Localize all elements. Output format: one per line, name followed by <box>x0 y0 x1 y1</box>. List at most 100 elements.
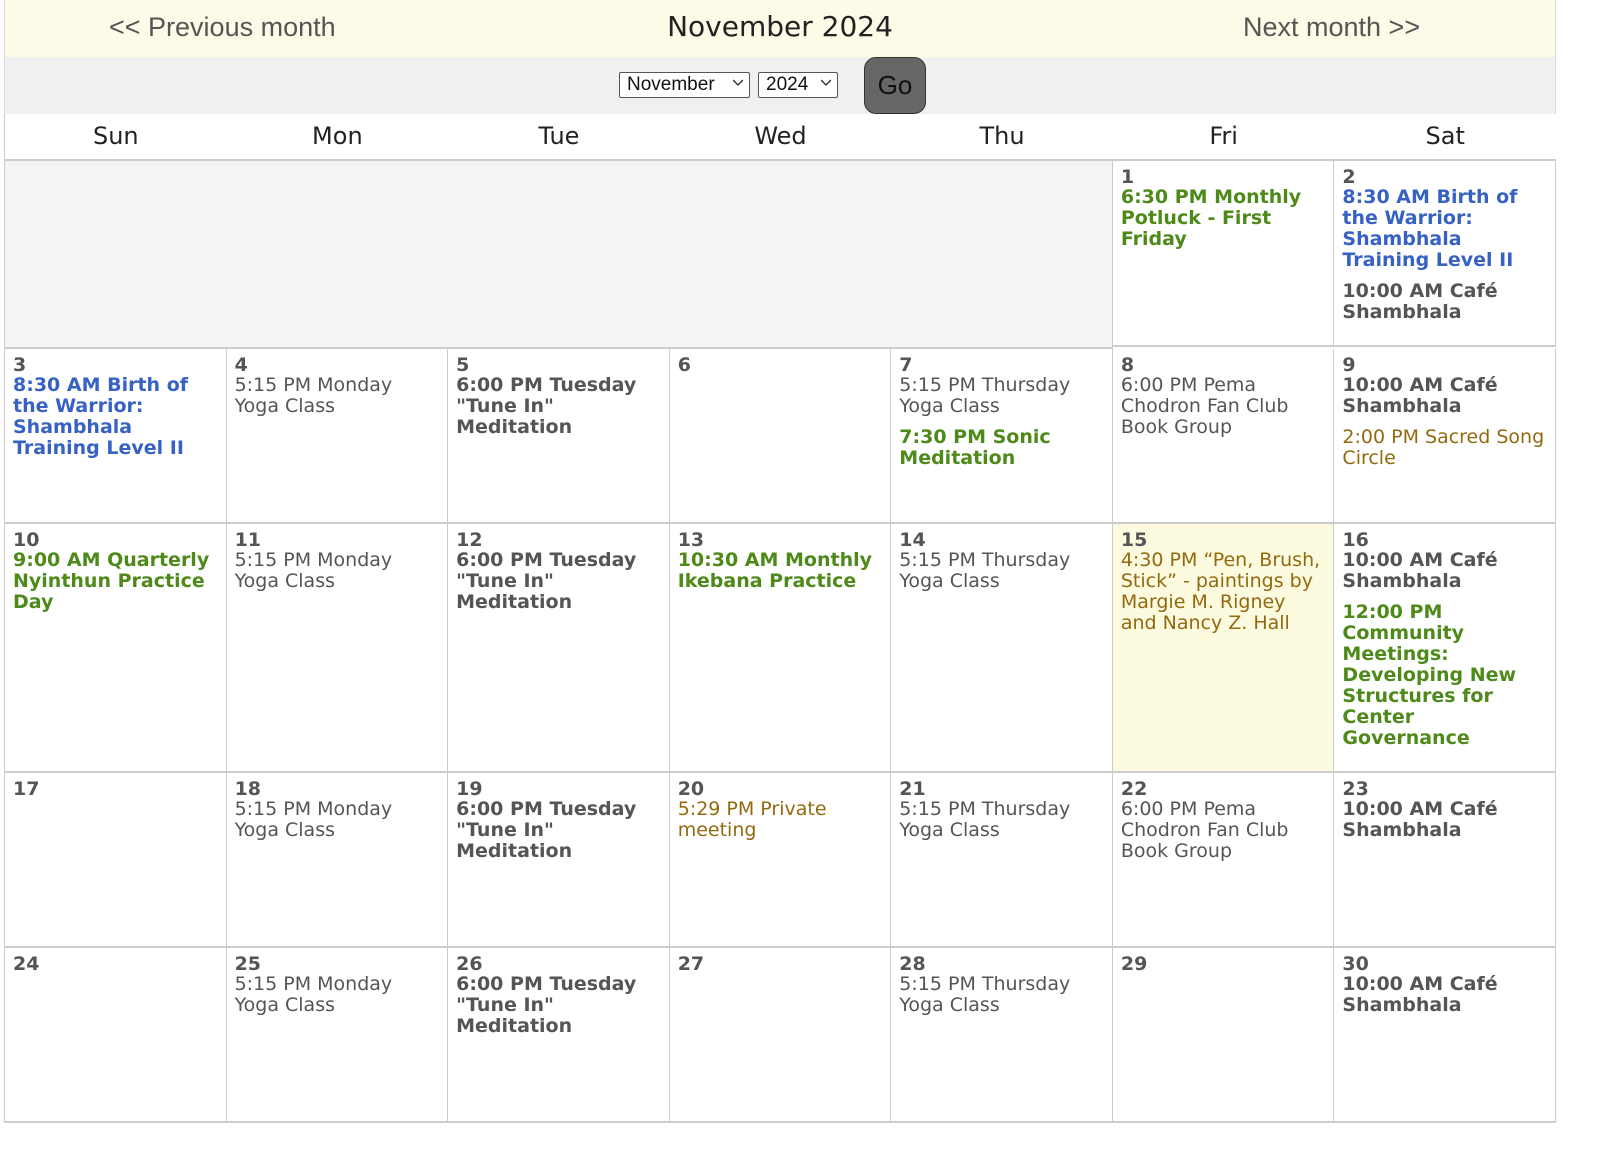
day-number: 20 <box>677 778 705 800</box>
event-link[interactable]: 5:15 PM Thursday Yoga Class <box>899 550 1104 592</box>
event-link[interactable]: 5:15 PM Thursday Yoga Class <box>899 799 1104 841</box>
day-cell: 13 10:30 AM Monthly Ikebana Practice <box>669 524 892 773</box>
year-select-value: 2024 <box>766 74 809 95</box>
event-link[interactable]: 12:00 PM Community Meetings: Developing … <box>1342 602 1547 749</box>
event-link[interactable]: 7:30 PM Sonic Meditation <box>899 427 1104 469</box>
day-number: 16 <box>1342 529 1369 551</box>
day-number: 14 <box>899 529 926 551</box>
next-month-link[interactable]: Next month >> <box>1243 12 1420 43</box>
day-cell: 25 5:15 PM Monday Yoga Class <box>226 948 449 1123</box>
event-link[interactable]: 10:30 AM Monthly Ikebana Practice <box>678 550 883 592</box>
day-cell: 3 8:30 AM Birth of the Warrior: Shambhala… <box>5 349 227 524</box>
day-of-week-header: Mon <box>226 114 449 161</box>
day-cell: 8 6:00 PM Pema Chodron Fan Club Book Grou… <box>1112 349 1335 524</box>
day-cell: 29 <box>1112 948 1335 1123</box>
event-link[interactable]: 9:00 AM Quarterly Nyinthun Practice Day <box>13 550 218 613</box>
day-cell: 9 10:00 AM Café Shambhala 2:00 PM Sacred S… <box>1334 349 1556 524</box>
day-cell: 10 9:00 AM Quarterly Nyinthun Practice Da… <box>5 524 227 773</box>
year-select[interactable]: 2024 <box>758 72 838 98</box>
day-cell: 27 <box>669 948 892 1123</box>
day-cell: 14 5:15 PM Thursday Yoga Class <box>891 524 1113 773</box>
day-cell: 12 6:00 PM Tuesday "Tune In" Meditation <box>448 524 670 773</box>
day-cell: 30 10:00 AM Café Shambhala <box>1334 948 1556 1123</box>
day-number: 5 <box>456 354 470 376</box>
event-link[interactable]: 5:29 PM Private meeting <box>678 799 883 841</box>
day-cell: 17 <box>5 773 227 948</box>
day-number: 25 <box>234 953 262 975</box>
event-link[interactable]: 6:00 PM Tuesday "Tune In" Meditation <box>456 799 661 862</box>
event-link[interactable]: 5:15 PM Monday Yoga Class <box>235 799 440 841</box>
day-of-week-header: Fri <box>1112 114 1335 161</box>
event-link[interactable]: 10:00 AM Café Shambhala <box>1342 550 1547 592</box>
event-link[interactable]: 8:30 AM Birth of the Warrior: Shambhala … <box>13 375 218 459</box>
month-navigation: << Previous month November 2024 Next mon… <box>4 0 1556 57</box>
day-number: 9 <box>1342 354 1356 376</box>
day-cell: 24 <box>5 948 227 1123</box>
previous-month-link[interactable]: << Previous month <box>109 12 336 43</box>
day-cell: 21 5:15 PM Thursday Yoga Class <box>891 773 1113 948</box>
event-link[interactable]: 10:00 AM Café Shambhala <box>1342 974 1547 1016</box>
day-number: 29 <box>1120 953 1148 975</box>
event-link[interactable]: 6:30 PM Monthly Potluck - First Friday <box>1121 187 1326 250</box>
day-cell: 22 6:00 PM Pema Chodron Fan Club Book Gro… <box>1112 773 1335 948</box>
event-link[interactable]: 6:00 PM Tuesday "Tune In" Meditation <box>456 974 661 1037</box>
event-link[interactable]: 6:00 PM Pema Chodron Fan Club Book Group <box>1121 375 1326 438</box>
day-cell: 7 5:15 PM Thursday Yoga Class 7:30 PM Soni… <box>891 349 1113 524</box>
day-number: 24 <box>13 953 40 975</box>
go-button[interactable]: Go <box>864 57 926 114</box>
day-cell: 28 5:15 PM Thursday Yoga Class <box>891 948 1113 1123</box>
day-number: 15 <box>1120 529 1148 551</box>
day-number: 1 <box>1120 166 1135 188</box>
event-link[interactable]: 10:00 AM Café Shambhala <box>1342 375 1547 417</box>
day-number: 28 <box>899 953 926 975</box>
event-link[interactable]: 10:00 AM Café Shambhala <box>1342 799 1547 841</box>
month-picker: November 2024 Go <box>4 57 1556 114</box>
event-link[interactable]: 5:15 PM Monday Yoga Class <box>235 550 440 592</box>
day-number: 27 <box>677 953 705 975</box>
event-link[interactable]: 5:15 PM Monday Yoga Class <box>235 974 440 1016</box>
event-link[interactable]: 6:00 PM Pema Chodron Fan Club Book Group <box>1121 799 1326 862</box>
event-link[interactable]: 2:00 PM Sacred Song Circle <box>1342 427 1547 469</box>
calendar-grid: Sun Mon Tue Wed Thu Fri Sat 1 6:30 PM Monthly Po… <box>4 114 1556 1123</box>
day-of-week-header: Sun <box>5 114 227 161</box>
day-number: 2 <box>1342 166 1356 188</box>
chevron-down-icon <box>821 79 831 86</box>
empty-day-cells <box>5 161 1113 349</box>
day-number: 30 <box>1342 953 1369 975</box>
day-cell: 16 10:00 AM Café Shambhala 12:00 PM Commun… <box>1334 524 1556 773</box>
day-number: 17 <box>13 778 40 800</box>
day-number: 19 <box>456 778 483 800</box>
day-number: 6 <box>677 354 691 376</box>
day-number: 21 <box>899 778 926 800</box>
day-cell: 6 <box>669 349 892 524</box>
day-cell: 5 6:00 PM Tuesday "Tune In" Meditation <box>448 349 670 524</box>
day-number: 10 <box>13 529 40 551</box>
day-cell: 19 6:00 PM Tuesday "Tune In" Meditation <box>448 773 670 948</box>
day-of-week-header: Sat <box>1334 114 1556 161</box>
month-select-value: November <box>627 74 715 95</box>
day-number: 12 <box>456 529 483 551</box>
event-link[interactable]: 10:00 AM Café Shambhala <box>1342 281 1547 323</box>
day-number: 18 <box>234 778 262 800</box>
day-number: 22 <box>1120 778 1148 800</box>
event-link[interactable]: 5:15 PM Monday Yoga Class <box>235 375 440 417</box>
day-of-week-header: Wed <box>669 114 892 161</box>
day-number: 3 <box>13 354 27 376</box>
event-link[interactable]: 8:30 AM Birth of the Warrior: Shambhala … <box>1342 187 1547 271</box>
day-number: 26 <box>456 953 483 975</box>
day-of-week-header: Thu <box>891 114 1113 161</box>
event-link[interactable]: 4:30 PM “Pen, Brush, Stick” - paintings … <box>1121 550 1326 634</box>
day-cell: 11 5:15 PM Monday Yoga Class <box>226 524 449 773</box>
calendar: << Previous month November 2024 Next mon… <box>4 0 1556 1123</box>
event-link[interactable]: 6:00 PM Tuesday "Tune In" Meditation <box>456 550 661 613</box>
day-of-week-header: Tue <box>448 114 670 161</box>
day-cell: 15 4:30 PM “Pen, Brush, Stick” - painting… <box>1112 524 1335 773</box>
day-cell: 26 6:00 PM Tuesday "Tune In" Meditation <box>448 948 670 1123</box>
day-cell: 1 6:30 PM Monthly Potluck - First Friday <box>1112 161 1335 347</box>
event-link[interactable]: 5:15 PM Thursday Yoga Class <box>899 974 1104 1016</box>
event-link[interactable]: 6:00 PM Tuesday "Tune In" Meditation <box>456 375 661 438</box>
day-number: 11 <box>234 529 262 551</box>
day-cell: 2 8:30 AM Birth of the Warrior: Shambhala… <box>1334 161 1556 347</box>
event-link[interactable]: 5:15 PM Thursday Yoga Class <box>899 375 1104 417</box>
month-select[interactable]: November <box>619 72 750 98</box>
